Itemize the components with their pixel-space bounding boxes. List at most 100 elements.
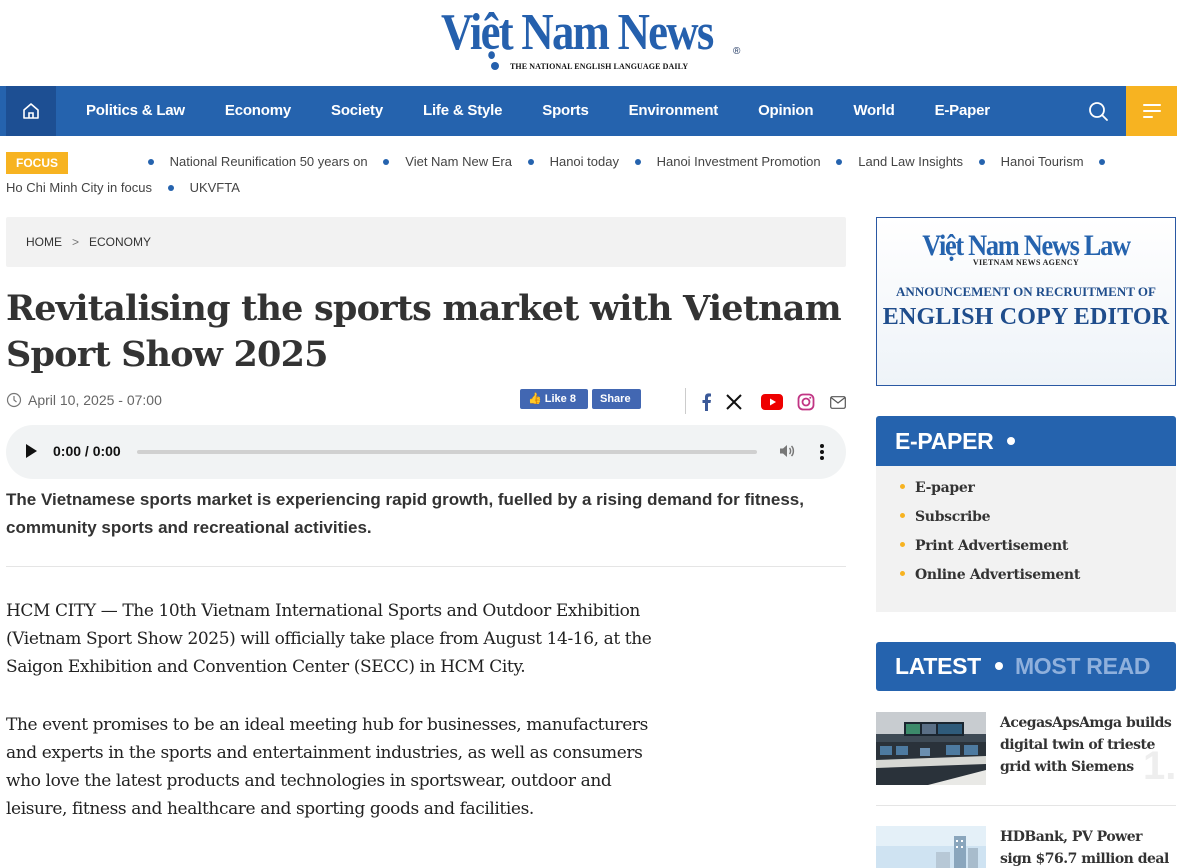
bullet <box>900 542 905 547</box>
print-advertisement-link[interactable]: Print Advertisement <box>900 532 1176 561</box>
topic-bullet <box>383 158 390 165</box>
article-paragraph: HCM CITY — The 10th Vietnam Internationa… <box>6 601 652 677</box>
home-icon <box>23 103 39 119</box>
focus-item[interactable]: Hanoi Investment Promotion <box>657 149 821 175</box>
print-advertisement-label: Print Advertisement <box>915 538 1069 554</box>
topic-bullet <box>634 158 641 165</box>
breadcrumb-section[interactable]: ECONOMY <box>89 235 151 249</box>
recruitment-ad-banner[interactable]: Việt Nam News Law VIETNAM NEWS AGENCY AN… <box>876 217 1176 386</box>
volume-icon[interactable] <box>778 442 796 460</box>
epaper-list: E-paper Subscribe Print Advertisement On… <box>876 466 1176 612</box>
epaper-link-label: E-paper <box>915 480 975 496</box>
article-headline: Revitalising the sports market with Viet… <box>6 288 842 375</box>
focus-item[interactable]: UKVFTA <box>190 175 240 201</box>
breadcrumb-home[interactable]: HOME <box>26 235 62 249</box>
tab-most-read[interactable]: MOST READ <box>1015 653 1151 679</box>
topic-bullet <box>167 184 174 191</box>
audio-time: 0:00 / 0:00 <box>53 443 121 459</box>
ad-headline: ANNOUNCEMENT ON RECRUITMENT OF <box>896 284 1156 299</box>
site-logo[interactable]: Việt Nam News ® THE NATIONAL ENGLISH LAN… <box>441 4 741 72</box>
nav-item-economy[interactable]: Economy <box>205 86 311 136</box>
main-nav: Politics & Law Economy Society Life & St… <box>0 86 1177 136</box>
nav-item-society[interactable]: Society <box>311 86 403 136</box>
breadcrumb: HOME > ECONOMY <box>6 217 846 267</box>
focus-topics: FOCUS National Reunification 50 years on… <box>6 149 1166 195</box>
lead-divider <box>6 566 846 567</box>
search-button[interactable] <box>1086 99 1112 125</box>
topic-bullet <box>836 158 843 165</box>
facebook-like-button[interactable]: 👍 Like 8 <box>520 389 588 409</box>
more-options-icon[interactable] <box>814 443 830 463</box>
nav-item-life-style[interactable]: Life & Style <box>403 86 522 136</box>
menu-icon <box>1142 104 1161 106</box>
focus-item[interactable]: Hanoi today <box>550 149 619 175</box>
thumbs-up-icon: 👍 <box>528 393 542 405</box>
article-meta: April 10, 2025 - 07:00 <box>6 392 162 408</box>
news-title[interactable]: HDBank, PV Power sign $76.7 million deal… <box>1000 826 1172 868</box>
ad-logo: Việt Nam News Law <box>922 229 1131 262</box>
bullet <box>900 484 905 489</box>
x-icon <box>726 394 742 410</box>
nav-item-sports[interactable]: Sports <box>522 86 608 136</box>
logo-subtitle: THE NATIONAL ENGLISH LANGUAGE DAILY <box>510 62 689 71</box>
youtube-link[interactable] <box>760 392 784 412</box>
facebook-share-label: Share <box>600 393 631 405</box>
focus-item[interactable]: National Reunification 50 years on <box>170 149 368 175</box>
nav-item-environment[interactable]: Environment <box>609 86 738 136</box>
logo-title: Việt Nam News <box>441 4 714 61</box>
nav-items: Politics & Law Economy Society Life & St… <box>66 86 1010 136</box>
news-rank-number: 1. <box>1143 744 1177 788</box>
topic-bullet <box>978 158 985 165</box>
nav-item-world[interactable]: World <box>833 86 914 136</box>
epaper-link[interactable]: E-paper <box>900 474 1176 503</box>
facebook-share-link[interactable] <box>696 392 716 412</box>
instagram-link[interactable] <box>796 392 816 412</box>
ad-title: ENGLISH COPY EDITOR <box>882 304 1170 330</box>
focus-badge: FOCUS <box>6 151 68 174</box>
tab-latest[interactable]: LATEST <box>895 653 981 679</box>
email-share-link[interactable] <box>828 392 848 412</box>
focus-line-2: Ho Chi Minh City in focus UKVFTA <box>6 175 250 201</box>
nav-home-button[interactable] <box>6 86 56 136</box>
share-divider <box>685 388 686 414</box>
focus-item[interactable]: Ho Chi Minh City in focus <box>6 175 152 201</box>
bullet <box>900 571 905 576</box>
menu-icon-bar <box>1142 116 1153 118</box>
article-paragraph: The event promises to be an ideal meetin… <box>6 715 648 819</box>
header-dot <box>1007 436 1016 445</box>
nav-item-politics-law[interactable]: Politics & Law <box>66 86 205 136</box>
control-room-image <box>876 712 986 785</box>
focus-item[interactable]: Viet Nam New Era <box>405 149 512 175</box>
online-advertisement-label: Online Advertisement <box>915 567 1080 583</box>
x-share-link[interactable] <box>724 392 744 412</box>
article-lead: The Vietnamese sports market is experien… <box>6 490 804 537</box>
youtube-icon <box>761 394 783 410</box>
tab-separator-dot <box>994 661 1003 670</box>
focus-item[interactable]: Land Law Insights <box>858 149 963 175</box>
bullet <box>900 513 905 518</box>
audio-player: 0:00 / 0:00 <box>6 425 846 479</box>
instagram-icon <box>797 393 815 411</box>
news-divider <box>876 805 1176 806</box>
nav-item-e-paper[interactable]: E-Paper <box>915 86 1010 136</box>
article-date: April 10, 2025 - 07:00 <box>28 392 162 408</box>
facebook-like-label: Like 8 <box>544 393 576 405</box>
play-icon[interactable] <box>26 444 37 458</box>
focus-item[interactable]: Hanoi Tourism <box>1001 149 1084 175</box>
audio-progress-bar[interactable] <box>137 450 757 454</box>
menu-button[interactable] <box>1126 86 1177 136</box>
masthead: Việt Nam News ® THE NATIONAL ENGLISH LAN… <box>0 0 1177 86</box>
news-tabs: LATEST MOST READ <box>876 642 1176 691</box>
logo-registered-mark: ® <box>733 46 741 57</box>
news-thumbnail[interactable] <box>876 826 986 868</box>
subscribe-link[interactable]: Subscribe <box>900 503 1176 532</box>
logo-dot <box>491 62 499 70</box>
mail-icon <box>830 395 846 409</box>
topic-bullet <box>147 158 154 165</box>
facebook-share-button[interactable]: Share <box>592 389 641 409</box>
epaper-title: E-PAPER <box>895 428 994 454</box>
news-thumbnail[interactable] <box>876 712 986 785</box>
nav-item-opinion[interactable]: Opinion <box>738 86 833 136</box>
building-image <box>876 826 986 868</box>
online-advertisement-link[interactable]: Online Advertisement <box>900 561 1176 590</box>
